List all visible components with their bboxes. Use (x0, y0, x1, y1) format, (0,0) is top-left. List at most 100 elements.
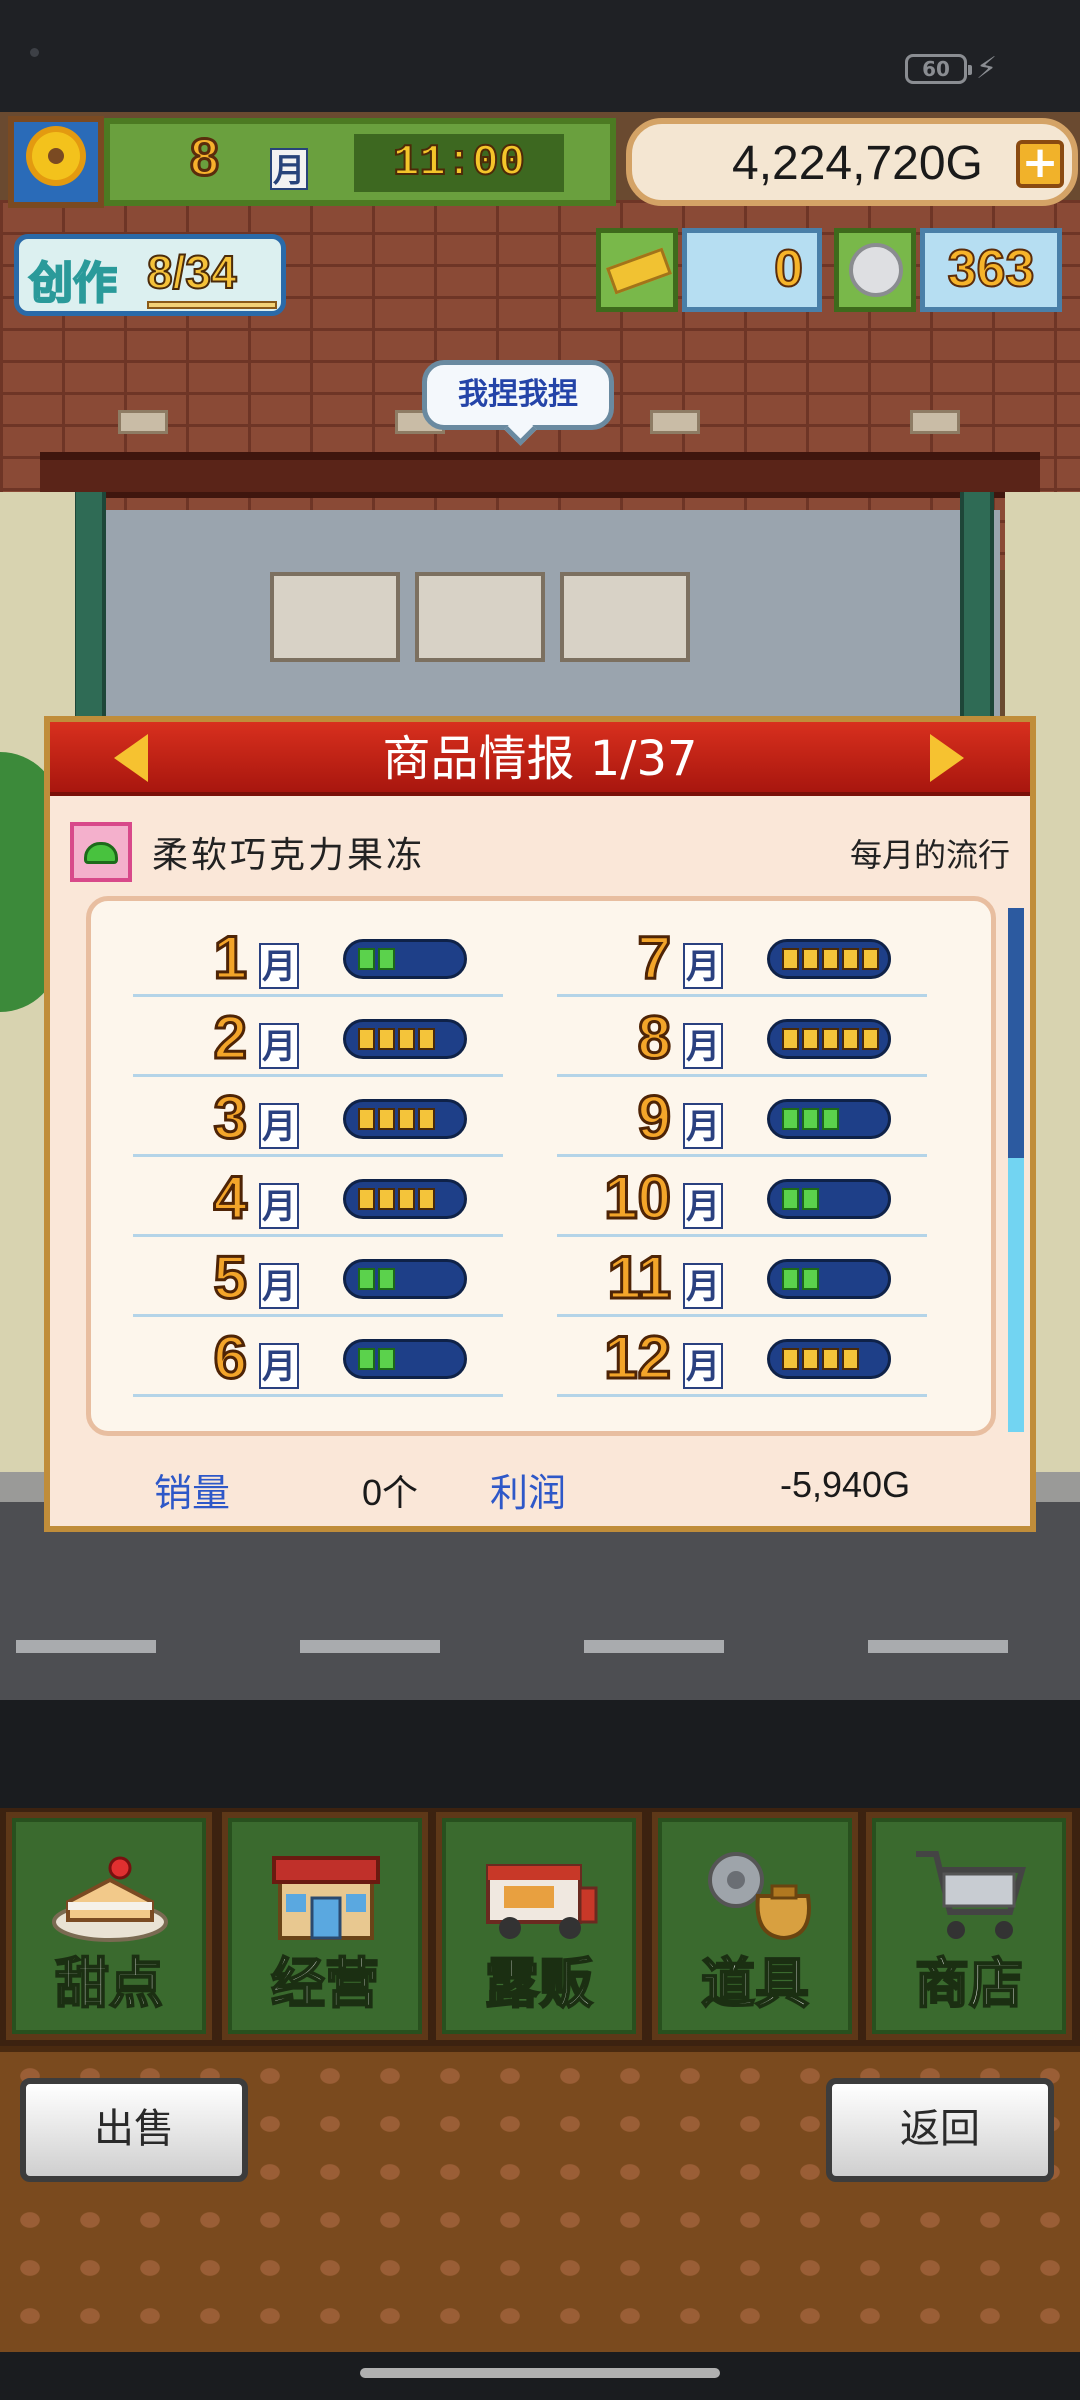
menu-label: 露贩 (484, 1951, 594, 2016)
create-progress-bar (147, 301, 277, 309)
month-trend-row: 12 月 (557, 1317, 927, 1397)
scrollbar-thumb[interactable] (1008, 1158, 1024, 1432)
gauge-segment (802, 1188, 819, 1210)
jelly-shape (84, 842, 118, 864)
month-unit: 月 (683, 1343, 723, 1389)
gauge-segment (842, 1028, 859, 1050)
gauge-segment (378, 1348, 395, 1370)
gauge-segment (378, 1028, 395, 1050)
menu-button-3[interactable]: 露贩 (436, 1812, 642, 2040)
month-trend-row: 10 月 (557, 1157, 927, 1237)
food-truck-icon (480, 1840, 600, 1948)
panel-header: 商品情报 1/37 (50, 722, 1030, 796)
menu-button-4[interactable]: 道具 (652, 1812, 858, 2040)
gauge-segment (822, 1108, 839, 1130)
popularity-gauge (767, 1259, 891, 1299)
menu-label: 经营 (270, 1951, 380, 2016)
month-unit: 月 (259, 1263, 299, 1309)
gauge-segment (418, 1188, 435, 1210)
menu-label: 商店 (914, 1951, 1024, 2016)
gauge-segment (418, 1108, 435, 1130)
month-unit: 月 (259, 943, 299, 989)
gauge-segment (842, 948, 859, 970)
month-number: 12 (603, 1323, 673, 1393)
popularity-gauge (343, 1099, 467, 1139)
monthly-trend-label: 每月的流行 (849, 836, 1010, 874)
shopping-cart-icon (910, 1840, 1030, 1948)
shop-awning (40, 452, 1040, 498)
month-trend-row: 6月 (133, 1317, 503, 1397)
cake-icon (50, 1840, 170, 1948)
month-number: 3 (212, 1083, 248, 1153)
menu-button-5[interactable]: 商店 (866, 1812, 1072, 2040)
month-unit: 月 (259, 1183, 299, 1229)
popularity-gauge (343, 1019, 467, 1059)
month-unit: 月 (683, 1263, 723, 1309)
charging-icon: ⚡ (976, 51, 998, 86)
panel-title: 商品情报 1/37 (382, 731, 698, 787)
battery-icon: 60 (905, 54, 972, 84)
month-unit: 月 (259, 1343, 299, 1389)
gauge-segment (358, 1348, 375, 1370)
popularity-gauge (343, 1179, 467, 1219)
gauge-segment (822, 1348, 839, 1370)
gauge-segment (782, 1028, 799, 1050)
menu-button-1[interactable]: 甜点 (6, 1812, 212, 2040)
month-number: 6 (212, 1323, 248, 1393)
add-money-button[interactable]: + (1016, 140, 1064, 188)
month-unit: 月 (259, 1103, 299, 1149)
create-progress[interactable]: 创作 8/34 (14, 234, 286, 316)
profit-value: -5,940G (780, 1464, 911, 1505)
month-unit: 月 (259, 1023, 299, 1069)
gauge-segment (398, 1108, 415, 1130)
month-trend-row: 3月 (133, 1077, 503, 1157)
current-time: 11:00 (354, 134, 564, 192)
profit-label: 利润 (490, 1471, 567, 1515)
next-arrow-icon[interactable] (930, 734, 964, 782)
gauge-segment (378, 1268, 395, 1290)
month-trend-row: 11 月 (557, 1237, 927, 1317)
gauge-segment (822, 1028, 839, 1050)
product-name: 柔软巧克力果冻 (152, 835, 426, 876)
create-label: 创作 (28, 257, 118, 310)
month-number: 2 (212, 1003, 248, 1073)
month-number: 9 (636, 1083, 672, 1153)
wall-vent (910, 410, 960, 434)
gauge-segment (782, 1348, 799, 1370)
back-button[interactable]: 返回 (826, 2078, 1054, 2182)
sell-button[interactable]: 出售 (20, 2078, 248, 2182)
menu-button-2[interactable]: 经营 (222, 1812, 428, 2040)
popularity-gauge (343, 939, 467, 979)
display-case (415, 572, 545, 662)
home-indicator[interactable] (360, 2368, 720, 2378)
sales-label: 销量 (154, 1471, 231, 1515)
gold-count: 0 (682, 228, 822, 312)
items-bag-icon (696, 1840, 816, 1948)
month-trend-row: 7月 (557, 917, 927, 997)
camera-dot (30, 48, 39, 57)
popularity-gauge (343, 1259, 467, 1299)
sunflower-icon[interactable] (8, 116, 104, 208)
money-display: 4,224,720G + (626, 118, 1078, 206)
gauge-segment (802, 948, 819, 970)
gauge-segment (418, 1028, 435, 1050)
gauge-segment (782, 948, 799, 970)
money-amount: 4,224,720G (732, 137, 983, 190)
popularity-gauge (767, 1179, 891, 1219)
popularity-gauge (767, 1339, 891, 1379)
sunflower-head (32, 132, 80, 180)
gauge-segment (862, 1028, 879, 1050)
gauge-segment (378, 948, 395, 970)
gauge-segment (358, 1268, 375, 1290)
month-trend-row: 2月 (133, 997, 503, 1077)
jelly-icon (70, 822, 132, 882)
gauge-segment (378, 1108, 395, 1130)
gauge-segment (802, 1348, 819, 1370)
gauge-segment (802, 1108, 819, 1130)
display-case (270, 572, 400, 662)
popularity-gauge (767, 939, 891, 979)
gauge-segment (378, 1188, 395, 1210)
coin-shape (849, 243, 903, 297)
popularity-gauge (343, 1339, 467, 1379)
month-number: 10 (603, 1163, 673, 1233)
